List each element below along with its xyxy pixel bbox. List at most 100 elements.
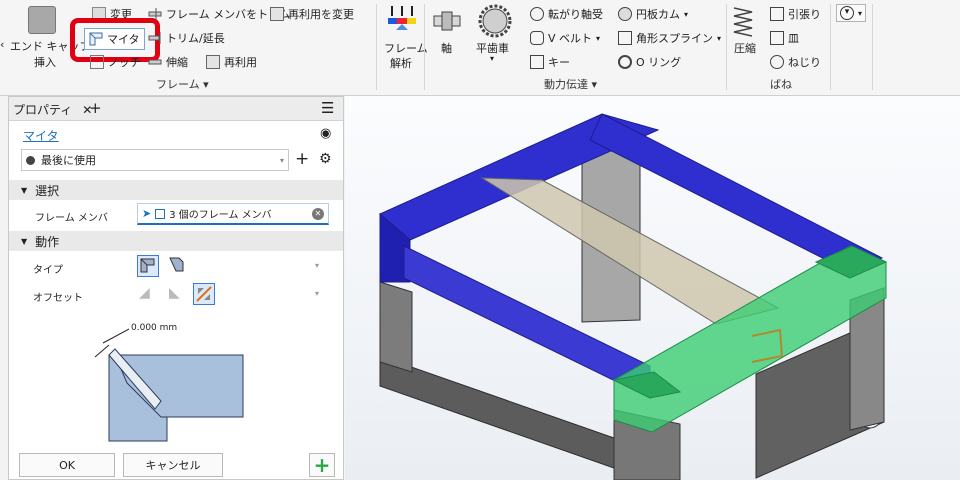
spur-gear-icon[interactable] xyxy=(478,4,512,38)
ribbon-separator xyxy=(726,4,727,90)
preset-dropdown-icon: ▾ xyxy=(279,155,284,165)
change-reuse-icon xyxy=(270,7,284,21)
o-ring-button[interactable]: O リング xyxy=(618,54,681,70)
miter-preview-diagram xyxy=(94,328,244,442)
trim-frame-icon xyxy=(148,8,162,20)
properties-tab[interactable]: プロパティ ✕ xyxy=(13,101,92,118)
clock-icon xyxy=(26,155,35,165)
spur-gear-dropdown-icon[interactable]: ▾ xyxy=(490,54,494,63)
shaft-label[interactable]: 軸 xyxy=(441,40,452,56)
shaft-icon[interactable] xyxy=(432,6,462,36)
type-full-miter-button[interactable] xyxy=(137,255,159,277)
collapse-chevron-icon: ▼ xyxy=(21,185,28,195)
bearing-icon xyxy=(530,7,544,21)
section-action-header[interactable]: ▼ 動作 xyxy=(9,231,343,251)
properties-panel: プロパティ ✕ + ☰ マイタ ◉ 最後に使用 ▾ + ⚙ ▼ 選択 フレーム … xyxy=(8,96,344,480)
trim-extend-icon xyxy=(148,32,161,44)
scroll-left-arrow[interactable]: ‹ xyxy=(0,38,4,51)
tension-icon xyxy=(770,7,784,21)
group-label-frame[interactable]: フレーム ▾ xyxy=(156,76,209,92)
frame-analysis-label-bottom[interactable]: 解析 xyxy=(390,55,412,71)
disc-cam-icon xyxy=(618,7,632,21)
disc-cam-button[interactable]: 円板カム ▾ xyxy=(618,6,688,22)
ribbon-separator xyxy=(424,4,425,90)
disc-cam-dropdown-icon: ▾ xyxy=(684,9,689,19)
ribbon: ‹ エンド キャップ 挿入 変更 マイタ ノッチ フレーム メンバをトリム トリ… xyxy=(0,0,960,96)
frame-member-label: フレーム メンバ xyxy=(35,213,108,224)
frame-analysis-icon[interactable] xyxy=(386,4,418,36)
torsion-icon xyxy=(770,55,784,69)
full-miter-icon xyxy=(140,258,155,273)
group-power-chevron-icon: ▾ xyxy=(591,78,598,91)
key-button[interactable]: キー xyxy=(530,54,570,70)
change-reuse-button[interactable]: 再利用を変更 xyxy=(270,6,354,22)
offset-dropdown-icon[interactable]: ▾ xyxy=(315,289,319,298)
preset-settings-gear-icon[interactable]: ⚙ xyxy=(319,151,332,167)
lengthen-icon xyxy=(148,59,162,65)
torsion-button[interactable]: ねじり xyxy=(770,54,821,70)
clear-selection-icon[interactable]: ✕ xyxy=(312,207,324,220)
offset-option-3-button[interactable] xyxy=(193,283,215,305)
frame-analysis-label-top[interactable]: フレーム xyxy=(384,40,428,56)
collapse-chevron-icon: ▼ xyxy=(21,236,28,246)
type-label: タイプ xyxy=(33,265,63,276)
frame-member-selector[interactable]: ➤ 3 個のフレーム メンバ ✕ xyxy=(137,203,329,225)
front-left-leg xyxy=(379,281,413,373)
extra-dropdown-button[interactable]: ▾ ▾ xyxy=(836,4,867,22)
group-frame-chevron-icon: ▾ xyxy=(203,78,209,91)
one-sided-miter-icon xyxy=(169,257,184,272)
preset-select[interactable]: 最後に使用 ▾ xyxy=(21,149,289,171)
reuse-icon xyxy=(206,55,220,69)
green-plus-icon: + xyxy=(313,453,331,477)
belleville-button[interactable]: 皿 xyxy=(770,30,799,46)
key-icon xyxy=(530,55,544,69)
ribbon-separator xyxy=(872,4,873,90)
section-select-header[interactable]: ▼ 選択 xyxy=(9,180,343,200)
reuse-button[interactable]: 再利用 xyxy=(206,54,257,70)
tension-button[interactable]: 引張り xyxy=(770,6,821,22)
rect-spline-icon xyxy=(618,31,632,45)
type-dropdown-icon[interactable]: ▾ xyxy=(315,261,319,270)
offset-split-icon xyxy=(196,286,212,302)
offset-dimension-text: 0.000 mm xyxy=(131,323,178,333)
offset-option-2-icon[interactable]: ◣ xyxy=(169,285,180,301)
apply-plus-button[interactable]: + xyxy=(309,453,335,477)
v-belt-button[interactable]: V ベルト ▾ xyxy=(530,30,600,46)
notch-button[interactable]: ノッチ xyxy=(90,54,141,70)
trim-extend-button[interactable]: トリム/延長 xyxy=(148,30,225,46)
graphics-viewport[interactable] xyxy=(345,96,960,480)
add-preset-icon[interactable]: + xyxy=(295,149,309,169)
frame-member-icon xyxy=(155,208,166,219)
group-label-power-transmission[interactable]: 動力伝達 ▾ xyxy=(544,76,597,92)
ok-button[interactable]: OK xyxy=(19,453,115,477)
insert-label-bottom[interactable]: 挿入 xyxy=(34,54,56,70)
hamburger-menu-icon[interactable]: ☰ xyxy=(321,99,334,117)
offset-option-1-icon[interactable]: ◢ xyxy=(139,285,150,301)
cancel-button[interactable]: キャンセル xyxy=(123,453,223,477)
trim-to-frame-button[interactable]: フレーム メンバをトリム xyxy=(148,6,290,22)
belleville-icon xyxy=(770,31,784,45)
group-label-spring[interactable]: ばね xyxy=(770,76,792,92)
ribbon-separator xyxy=(376,4,377,90)
dropdown-caret-icon: ▾ xyxy=(858,8,863,18)
bearing-button[interactable]: 転がり軸受 xyxy=(530,6,603,22)
type-one-sided-button[interactable] xyxy=(167,255,189,277)
add-tab-icon[interactable]: + xyxy=(89,99,102,117)
select-cursor-icon: ➤ xyxy=(142,207,152,220)
visibility-eye-icon[interactable]: ◉ xyxy=(320,126,331,141)
rect-spline-dropdown-icon: ▾ xyxy=(717,33,722,43)
circle-chevron-icon: ▾ xyxy=(840,6,854,20)
insert-frame-icon[interactable] xyxy=(28,6,56,34)
compression-spring-icon[interactable] xyxy=(732,4,754,38)
notch-icon xyxy=(90,55,104,69)
offset-label: オフセット xyxy=(33,293,83,304)
command-name-link[interactable]: マイタ xyxy=(23,127,59,144)
v-belt-icon xyxy=(530,31,544,45)
v-belt-dropdown-icon: ▾ xyxy=(596,33,601,43)
panel-header: プロパティ ✕ + ☰ xyxy=(9,97,343,121)
lengthen-button[interactable]: 伸縮 xyxy=(148,54,188,70)
compression-label[interactable]: 圧縮 xyxy=(734,40,756,56)
rect-spline-button[interactable]: 角形スプライン ▾ xyxy=(618,30,721,46)
frame-model[interactable] xyxy=(345,96,960,480)
back-bottom-rail xyxy=(379,355,615,469)
